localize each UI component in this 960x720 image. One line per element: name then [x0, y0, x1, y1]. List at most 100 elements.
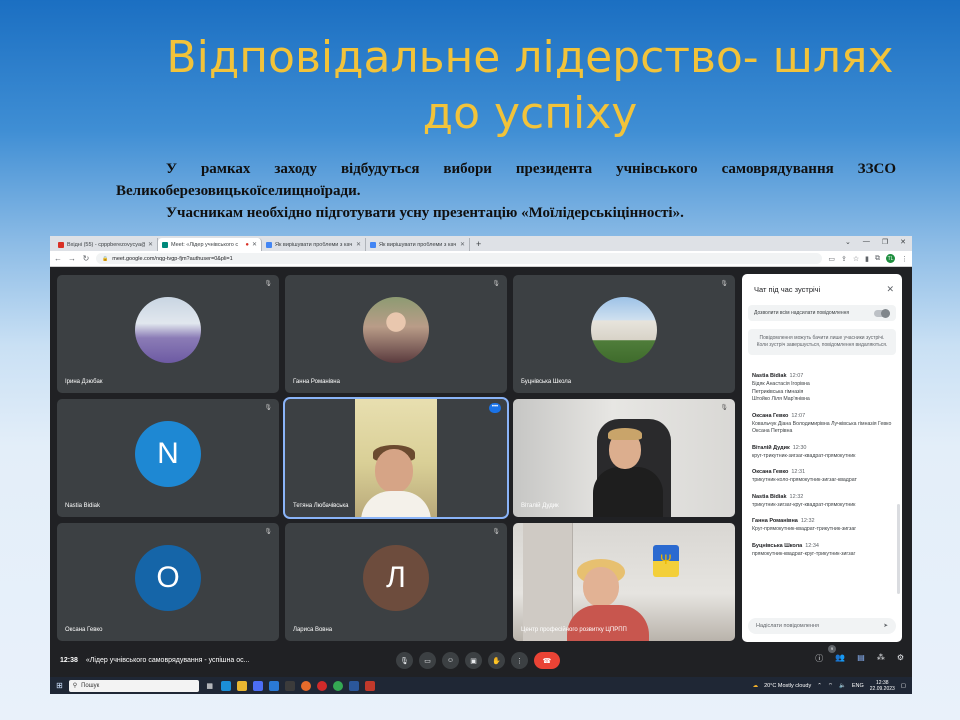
camera-permission-icon[interactable]: ▭ — [828, 255, 835, 263]
chat-input[interactable]: Надіслати повідомлення ➤ — [748, 618, 896, 634]
app-icon[interactable] — [284, 680, 295, 691]
close-icon[interactable]: ✕ — [252, 241, 257, 248]
toggle-switch[interactable] — [874, 308, 890, 318]
browser-tab-google-1[interactable]: Як вирішувати проблеми з кач ✕ — [262, 238, 366, 251]
gmail-icon — [58, 241, 64, 248]
network-icon[interactable]: ⌔ — [828, 682, 833, 689]
microphone-icon[interactable]: 🎙 — [396, 652, 413, 669]
participant-tile[interactable]: 🎙 Ганна Романівна — [285, 275, 507, 393]
slide-title-line1: Відповідальне лідерство- шлях — [166, 32, 894, 83]
participant-avatar: Л — [363, 545, 429, 611]
language-indicator[interactable]: ENG — [852, 683, 864, 689]
mail-icon[interactable] — [268, 680, 279, 691]
end-call-button[interactable]: ☎ — [534, 652, 560, 669]
slide-body: У рамках заходу відбудуться вибори прези… — [116, 158, 896, 224]
taskbar-search-label: Пошук — [81, 682, 100, 689]
share-icon[interactable]: ⇪ — [841, 255, 847, 263]
mic-off-icon: 🎙 — [264, 529, 272, 535]
participant-tile[interactable]: Ψ Центр професійного розвитку ЦПРПП — [513, 523, 735, 641]
send-icon[interactable]: ➤ — [883, 623, 888, 629]
meet-icon — [162, 241, 168, 248]
store-icon[interactable] — [252, 680, 263, 691]
side-controls: ⓘ 👥 ▤ ⁂ ⚙ — [815, 653, 904, 664]
participant-tile[interactable]: 🎙 Ірина Дзюбак — [57, 275, 279, 393]
address-bar[interactable]: 🔒 meet.google.com/nqg-tvgp-fjm?authuser=… — [96, 253, 823, 264]
minimize-icon[interactable]: — — [863, 238, 870, 246]
close-icon[interactable]: ✕ — [148, 241, 153, 248]
camera-icon[interactable]: ▭ — [419, 652, 436, 669]
profile-avatar[interactable]: TL — [886, 254, 895, 263]
close-icon[interactable]: ✕ — [886, 284, 894, 295]
close-icon[interactable]: ✕ — [356, 241, 361, 248]
meeting-info: 12:38 «Лідер учнівського самоврядування … — [60, 657, 249, 664]
participant-tile[interactable]: 🎙 Віталій Дудик — [513, 399, 735, 517]
address-bar-row: ← → ↻ 🔒 meet.google.com/nqg-tvgp-fjm?aut… — [50, 251, 912, 267]
activities-icon[interactable]: ⁂ — [877, 653, 885, 664]
chat-scrollbar[interactable] — [897, 504, 900, 594]
speaking-indicator-icon: ••• — [489, 403, 501, 413]
raise-hand-icon[interactable]: ✋ — [488, 652, 505, 669]
menu-icon[interactable]: ⋮ — [901, 255, 908, 263]
participant-tile-speaking[interactable]: ••• Тетяна Любачівська — [283, 397, 509, 519]
edge-icon[interactable] — [220, 680, 231, 691]
more-options-icon[interactable]: ⋮ — [511, 652, 528, 669]
emoji-icon[interactable]: ☺ — [442, 652, 459, 669]
record-icon: ● — [245, 241, 249, 248]
star-icon[interactable]: ☆ — [853, 255, 859, 263]
mic-off-icon: 🎙 — [720, 281, 728, 287]
photos-icon[interactable] — [364, 680, 375, 691]
slide-paragraph-1: У рамках заходу відбудуться вибори прези… — [116, 161, 896, 199]
firefox-icon[interactable] — [300, 680, 311, 691]
participant-photo — [591, 297, 657, 363]
browser-tab-google-2[interactable]: Як вирішувати проблеми з кач ✕ — [366, 238, 470, 251]
chat-message: Оксана Гевко 12:31 трикутник-коло-прямоку… — [752, 469, 857, 483]
participant-tile[interactable]: 🎙 O Оксана Гевко — [57, 523, 279, 641]
sidebar-icon[interactable]: ▮ — [865, 255, 869, 263]
browser-tab-gmail[interactable]: Вхідні (55) - cpppberezovycya@ ✕ — [54, 238, 158, 251]
window-controls: ⌄ — ❐ ✕ — [845, 238, 906, 246]
participant-video: Ψ — [513, 523, 735, 641]
address-bar-actions: ▭ ⇪ ☆ ▮ ⧉ TL ⋮ — [828, 254, 908, 263]
taskbar-search[interactable]: ⚲ Пошук — [68, 679, 199, 692]
word-icon[interactable] — [348, 680, 359, 691]
participant-tile[interactable]: 🎙 N Nastia Bidiak — [57, 399, 279, 517]
windows-start-icon[interactable]: ⊞ — [56, 681, 63, 690]
explorer-icon[interactable] — [236, 680, 247, 691]
new-tab-button[interactable]: + — [470, 238, 487, 251]
browser-tab-meet[interactable]: Meet: «Лідер учнівського с ● ✕ — [158, 238, 262, 251]
chat-message: Nastia Bidiak 12:07 Бідяк Анастасія Ігорі… — [752, 373, 810, 402]
allow-messages-toggle[interactable]: Дозволити всім надсилати повідомлення — [748, 305, 896, 321]
weather-text[interactable]: 20°C Mostly cloudy — [764, 683, 811, 689]
meet-screenshot: Вхідні (55) - cpppberezovycya@ ✕ Meet: «… — [50, 236, 912, 694]
notifications-icon[interactable]: ▢ — [901, 683, 906, 689]
system-tray: ☁ 20°C Mostly cloudy ⌃ ⌔ 🔈 ENG 12:38 22.… — [753, 680, 906, 692]
maximize-icon[interactable]: ❐ — [882, 238, 888, 246]
forward-icon[interactable]: → — [68, 254, 76, 263]
back-icon[interactable]: ← — [54, 254, 62, 263]
slide-title-line2: до успіху — [422, 88, 638, 139]
reload-icon[interactable]: ↻ — [82, 254, 90, 263]
close-icon[interactable]: ✕ — [460, 241, 465, 248]
chat-icon[interactable]: ▤ — [857, 653, 865, 664]
chevron-down-icon[interactable]: ⌄ — [845, 238, 851, 246]
chat-message: Буцнівська Школа 12:34 прямокутник-квадра… — [752, 542, 856, 557]
mic-off-icon: 🎙 — [492, 281, 500, 287]
close-window-icon[interactable]: ✕ — [900, 238, 906, 246]
participant-tile[interactable]: 🎙 Л Лариса Вовна — [285, 523, 507, 641]
opera-icon[interactable] — [316, 680, 327, 691]
volume-icon[interactable]: 🔈 — [839, 683, 846, 689]
present-screen-icon[interactable]: ▣ — [465, 652, 482, 669]
chrome-icon[interactable] — [332, 680, 343, 691]
chat-message: Nastia Bidiak 12:32 трикутник-зигзаг-круг… — [752, 493, 856, 508]
host-controls-icon[interactable]: ⚙ — [897, 653, 904, 664]
taskbar-clock[interactable]: 12:38 22.09.2023 — [870, 680, 895, 692]
extensions-icon[interactable]: ⧉ — [875, 255, 880, 263]
tray-chevron-icon[interactable]: ⌃ — [817, 683, 822, 689]
task-view-icon[interactable]: ▦ — [205, 681, 215, 691]
participant-tile[interactable]: 🎙 Буцнівська Школа — [513, 275, 735, 393]
people-icon[interactable]: 👥 — [835, 653, 845, 664]
info-icon[interactable]: ⓘ — [815, 653, 823, 664]
lock-icon: 🔒 — [102, 255, 109, 262]
chat-message: Оксана Гевко 12:07 Ковальчук Діана Володи… — [752, 412, 892, 435]
mic-off-icon: 🎙 — [492, 529, 500, 535]
